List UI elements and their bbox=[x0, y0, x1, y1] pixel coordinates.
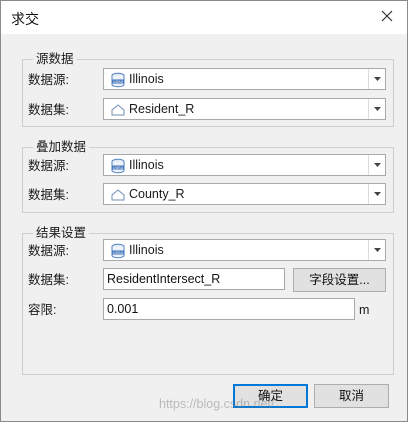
cancel-button[interactable]: 取消 bbox=[314, 384, 389, 408]
source-data-group-title: 源数据 bbox=[33, 51, 77, 67]
overlay-datasource-combo[interactable]: UDBX Illinois bbox=[103, 154, 386, 176]
region-dataset-icon bbox=[110, 102, 126, 118]
result-settings-group-title: 结果设置 bbox=[33, 225, 90, 241]
svg-text:UDBX: UDBX bbox=[113, 166, 124, 170]
source-data-group: 源数据 数据源: UDBX Illinois 数据集: Resident_R bbox=[22, 51, 394, 127]
overlay-dataset-label: 数据集: bbox=[28, 188, 69, 202]
overlay-dataset-value: County_R bbox=[129, 187, 185, 201]
result-dataset-input[interactable] bbox=[103, 268, 285, 290]
chevron-down-icon[interactable] bbox=[368, 99, 385, 119]
field-settings-button[interactable]: 字段设置... bbox=[293, 268, 386, 292]
result-datasource-label: 数据源: bbox=[28, 244, 69, 258]
source-datasource-value: Illinois bbox=[129, 72, 164, 86]
chevron-down-icon[interactable] bbox=[368, 69, 385, 89]
tolerance-label: 容限: bbox=[28, 303, 57, 317]
database-udbx-icon: UDBX bbox=[110, 243, 126, 259]
result-datasource-combo[interactable]: UDBX Illinois bbox=[103, 239, 386, 261]
source-datasource-label: 数据源: bbox=[28, 73, 69, 87]
tolerance-unit: m bbox=[359, 303, 370, 317]
close-icon bbox=[381, 10, 393, 25]
svg-text:UDBX: UDBX bbox=[113, 251, 124, 255]
overlay-data-group: 叠加数据 数据源: UDBX Illinois 数据集: County_R bbox=[22, 139, 394, 213]
chevron-down-icon[interactable] bbox=[368, 184, 385, 204]
intersect-dialog: 求交 源数据 数据源: UDBX Illinois 数据集: Resident_… bbox=[0, 0, 408, 422]
result-settings-group: 结果设置 数据源: UDBX Illinois 数据集: 字段设置... 容限:… bbox=[22, 225, 394, 375]
watermark: https://blog.csdn.net/... bbox=[159, 397, 285, 411]
region-dataset-icon bbox=[110, 187, 126, 203]
database-udbx-icon: UDBX bbox=[110, 72, 126, 88]
tolerance-input[interactable] bbox=[103, 298, 355, 320]
source-dataset-combo[interactable]: Resident_R bbox=[103, 98, 386, 120]
source-dataset-value: Resident_R bbox=[129, 102, 195, 116]
overlay-data-group-title: 叠加数据 bbox=[33, 139, 90, 155]
overlay-datasource-label: 数据源: bbox=[28, 159, 69, 173]
chevron-down-icon[interactable] bbox=[368, 240, 385, 260]
overlay-dataset-combo[interactable]: County_R bbox=[103, 183, 386, 205]
dialog-title: 求交 bbox=[11, 11, 39, 27]
overlay-datasource-value: Illinois bbox=[129, 158, 164, 172]
close-button[interactable] bbox=[367, 1, 407, 34]
database-udbx-icon: UDBX bbox=[110, 158, 126, 174]
svg-text:UDBX: UDBX bbox=[113, 80, 124, 84]
result-datasource-value: Illinois bbox=[129, 243, 164, 257]
source-dataset-label: 数据集: bbox=[28, 103, 69, 117]
chevron-down-icon[interactable] bbox=[368, 155, 385, 175]
source-datasource-combo[interactable]: UDBX Illinois bbox=[103, 68, 386, 90]
result-dataset-label: 数据集: bbox=[28, 273, 69, 287]
title-bar: 求交 bbox=[1, 1, 407, 34]
